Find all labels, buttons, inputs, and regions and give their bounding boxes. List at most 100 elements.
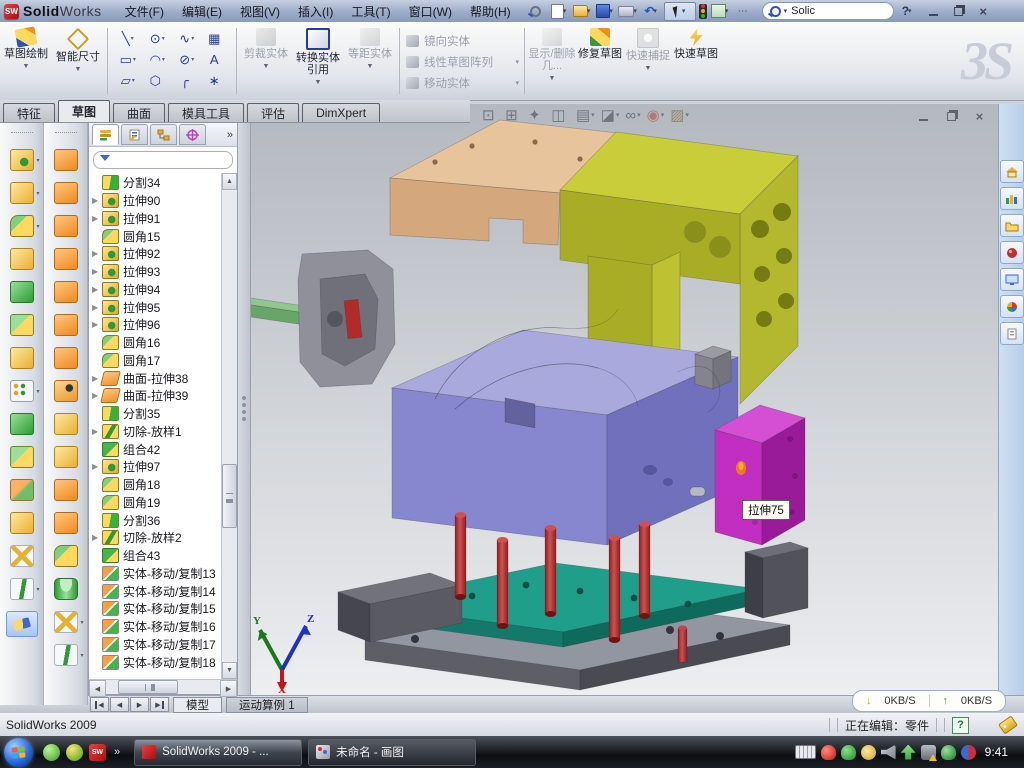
quick-tips-button[interactable]: ?	[952, 717, 969, 734]
menu-item[interactable]: 文件(F)	[116, 3, 173, 20]
surface-tool-button[interactable]: ▾	[54, 446, 78, 468]
tree-item[interactable]: ▶ 组合42	[89, 440, 221, 458]
tab-dimxpertmanager[interactable]	[179, 124, 206, 145]
tree-item[interactable]: ▶ 实体-移动/复制13	[89, 565, 221, 583]
surface-tool-button[interactable]: ▾	[54, 512, 78, 534]
sketch-entity-button[interactable]: ⬡▾	[143, 71, 173, 89]
surface-tool-button[interactable]: ▾	[54, 479, 78, 501]
feature-tool-button[interactable]: ▾	[10, 149, 34, 171]
tree-item[interactable]: ▶ 拉伸93	[89, 263, 221, 281]
tree-item[interactable]: ▶ 分割34	[89, 174, 221, 192]
tag-icon[interactable]	[998, 715, 1018, 734]
command-tab[interactable]: 曲面	[113, 103, 165, 122]
expander-icon[interactable]: ▶	[92, 285, 102, 294]
tab-solidworks-search[interactable]	[1000, 241, 1024, 264]
doc-restore-button[interactable]	[941, 108, 962, 124]
tray-icon[interactable]	[921, 745, 936, 760]
tree-item[interactable]: ▶ 分割36	[89, 511, 221, 529]
expander-icon[interactable]: ▶	[92, 320, 102, 329]
tray-icon[interactable]	[861, 745, 876, 760]
cmd-button[interactable]: 修复草图 ▼	[576, 24, 624, 98]
taskbar-task-button[interactable]: SolidWorks 2009 - ...	[134, 739, 302, 766]
command-tab[interactable]: 模具工具	[168, 103, 244, 122]
close-button[interactable]: ×	[973, 3, 994, 19]
surface-tool-button[interactable]: ▾	[54, 347, 78, 369]
nav-prev-button[interactable]: ◀	[110, 697, 129, 712]
tray-icon[interactable]	[901, 745, 916, 760]
scroll-down-button[interactable]: ▼	[222, 662, 237, 679]
tree-item[interactable]: ▶ 实体-移动/复制17	[89, 636, 221, 654]
surface-tool-button[interactable]: ▾	[54, 611, 78, 633]
command-tab[interactable]: DimXpert	[302, 103, 380, 122]
gray-core-piece[interactable]	[298, 250, 395, 387]
tray-icon[interactable]	[881, 745, 896, 760]
quicklaunch-ball-icon[interactable]	[66, 744, 83, 761]
model-canvas[interactable]	[250, 104, 998, 695]
feature-tool-button[interactable]: ▾	[10, 182, 34, 204]
quicklaunch-chevron[interactable]: »	[114, 746, 120, 758]
pin-icon[interactable]	[526, 3, 546, 20]
help-button[interactable]: ?▾	[897, 3, 917, 20]
cmd-button[interactable]: 等距实体 ▼	[344, 24, 396, 98]
cmd-button[interactable]: 快速捕捉 ▼	[624, 24, 672, 98]
feature-tool-button[interactable]: ▾	[10, 314, 34, 336]
tree-item[interactable]: ▶ 圆角15	[89, 227, 221, 245]
tree-item[interactable]: ▶ 圆角19	[89, 494, 221, 512]
hscroll-thumb[interactable]	[118, 680, 178, 694]
tree-item[interactable]: ▶ 组合43	[89, 547, 221, 565]
toolbar-grip[interactable]	[55, 132, 77, 136]
doc-minimize-button[interactable]	[913, 108, 934, 124]
tree-item[interactable]: ▶ 实体-移动/复制16	[89, 618, 221, 636]
surface-tool-button[interactable]: ▾	[54, 578, 78, 600]
cmd-button[interactable]: 快速草图 ▼	[672, 24, 720, 98]
sketch-entity-button[interactable]: ⊘▾	[172, 50, 202, 68]
surface-tool-button[interactable]: ▾	[54, 248, 78, 270]
sketch-entity-button[interactable]: ⊙▾	[143, 29, 173, 47]
sketch-entity-button[interactable]: ╲▾	[113, 29, 143, 47]
input-method-icon[interactable]	[795, 745, 816, 759]
select-tool-button[interactable]: ▾	[664, 2, 696, 21]
scroll-thumb[interactable]	[222, 464, 237, 528]
expander-icon[interactable]: ▶	[92, 196, 102, 205]
feature-tool-button[interactable]: ▾	[10, 512, 34, 534]
options-button[interactable]: ▾	[710, 3, 730, 20]
quicklaunch-solidworks-icon[interactable]: SW	[89, 744, 106, 761]
feature-tool-button[interactable]: ▾	[10, 380, 34, 402]
save-button[interactable]: ▾	[595, 3, 615, 20]
view-tool-icon[interactable]: ▨▾	[670, 106, 689, 124]
command-tab[interactable]: 草图	[58, 100, 110, 122]
panel-splitter[interactable]	[238, 122, 251, 695]
tray-icon[interactable]	[821, 745, 836, 760]
view-tool-icon[interactable]: ◪▾	[601, 106, 620, 124]
tray-icon[interactable]	[941, 745, 956, 760]
tree-item[interactable]: ▶ 拉伸97	[89, 458, 221, 476]
sketch-entity-button[interactable]: ∗▾	[202, 71, 232, 89]
tree-item[interactable]: ▶ 圆角16	[89, 334, 221, 352]
view-tool-icon[interactable]: ✦▾	[528, 106, 545, 124]
tree-item[interactable]: ▶ 拉伸92	[89, 245, 221, 263]
restore-button[interactable]	[948, 3, 969, 19]
expander-icon[interactable]: ▶	[92, 249, 102, 258]
right-rail[interactable]	[745, 542, 808, 618]
tab-featuremanager[interactable]	[92, 124, 119, 145]
sketch-entity-button[interactable]: ∿▾	[172, 29, 202, 47]
menu-item[interactable]: 视图(V)	[231, 3, 289, 20]
surface-tool-button[interactable]: ▾	[54, 281, 78, 303]
tree-item[interactable]: ▶ 圆角18	[89, 476, 221, 494]
toolbar-grip[interactable]	[11, 132, 33, 136]
surface-tool-button[interactable]: ▾	[54, 413, 78, 435]
tab-appearances[interactable]	[1000, 295, 1024, 318]
cmd-button[interactable]: 剪裁实体 ▼	[240, 24, 292, 98]
tree-item[interactable]: ▶ 拉伸96	[89, 316, 221, 334]
blue-mold-block[interactable]	[392, 330, 738, 545]
tree-filter-input[interactable]	[93, 151, 233, 169]
surface-tool-button[interactable]: ▾	[54, 215, 78, 237]
sketch-entity-button[interactable]: A▾	[202, 50, 232, 68]
quicklaunch-messenger-icon[interactable]	[43, 744, 60, 761]
view-tool-icon[interactable]: ⊡▾	[482, 106, 499, 124]
tree-item[interactable]: ▶ 拉伸91	[89, 210, 221, 228]
sketch-entity-button[interactable]: ▦▾	[202, 29, 232, 47]
cmd-row-button[interactable]: 线性草图阵列 ▾	[403, 51, 521, 72]
menu-item[interactable]: 窗口(W)	[400, 3, 461, 20]
undo-button[interactable]: ↶▾	[641, 3, 661, 20]
